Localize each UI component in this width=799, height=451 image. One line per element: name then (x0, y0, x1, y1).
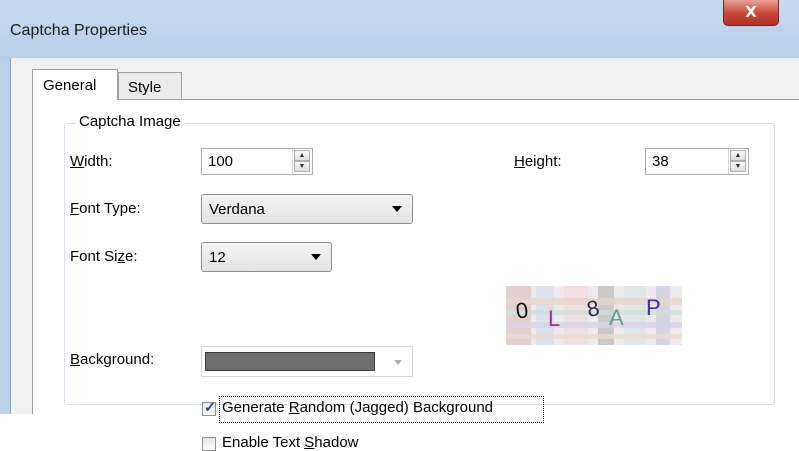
font-size-dropdown[interactable]: 12 (201, 242, 332, 272)
chevron-down-icon (311, 254, 321, 260)
height-down-arrow-icon[interactable]: ▼ (730, 161, 746, 172)
width-spinbox[interactable]: 100 ▲ ▼ (201, 148, 313, 175)
captcha-char: A (609, 305, 624, 330)
width-value: 100 (208, 153, 234, 170)
dialog-window: Captcha Properties X General Style Captc… (0, 0, 799, 451)
text-shadow-checkbox[interactable] (202, 437, 216, 451)
background-label: Background: (70, 351, 155, 368)
captcha-image-group: Captcha Image Width: 100 ▲ ▼ Height: 38 … (64, 113, 775, 451)
height-up-arrow-icon[interactable]: ▲ (730, 150, 746, 161)
font-type-dropdown[interactable]: Verdana (201, 194, 413, 224)
height-label: Height: (514, 153, 562, 170)
chevron-down-icon (392, 206, 402, 212)
chevron-down-icon (394, 360, 402, 365)
jagged-background-label[interactable]: Generate Random (Jagged) Background (222, 399, 493, 416)
tab-general[interactable]: General (32, 69, 118, 100)
font-size-value: 12 (209, 249, 226, 266)
captcha-preview-image: 0 L 8 A P (506, 286, 682, 345)
group-title: Captcha Image (75, 113, 185, 130)
close-button[interactable]: X (723, 0, 779, 26)
tab-general-label: General (43, 77, 97, 94)
tab-style[interactable]: Style (118, 72, 182, 99)
width-up-arrow-icon[interactable]: ▲ (294, 150, 310, 161)
text-shadow-label[interactable]: Enable Text Shadow (222, 434, 359, 451)
checkmark-icon: ✓ (204, 399, 216, 415)
height-spinbox[interactable]: 38 ▲ ▼ (645, 148, 749, 175)
font-type-value: Verdana (209, 201, 265, 218)
dialog-body: General Style Captcha Image Width: 100 ▲… (10, 58, 799, 451)
background-color-picker[interactable] (201, 346, 413, 377)
background-color-swatch (205, 352, 375, 371)
font-type-label: Font Type: (70, 200, 141, 217)
general-tab-panel: Captcha Image Width: 100 ▲ ▼ Height: 38 … (32, 99, 799, 451)
font-size-label: Font Size: (70, 248, 138, 265)
captcha-char: P (646, 295, 661, 320)
window-title: Captcha Properties (10, 22, 147, 39)
width-down-arrow-icon[interactable]: ▼ (294, 161, 310, 172)
title-bar[interactable]: Captcha Properties X (0, 0, 799, 58)
width-label: Width: (70, 153, 113, 170)
tab-style-label: Style (128, 79, 162, 96)
close-icon: X (745, 3, 757, 21)
height-value: 38 (652, 153, 669, 170)
captcha-char: L (548, 306, 561, 331)
